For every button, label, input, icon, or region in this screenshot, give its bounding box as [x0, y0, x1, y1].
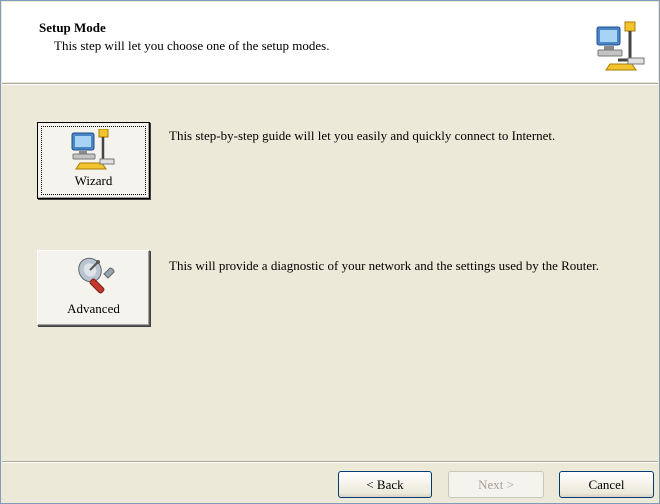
- advanced-description: This will provide a diagnostic of your n…: [169, 258, 600, 273]
- wizard-button-label: Wizard: [74, 173, 113, 188]
- cancel-button[interactable]: Cancel: [559, 471, 654, 498]
- footer-divider-highlight: [2, 462, 658, 463]
- wizard-button[interactable]: Wizard: [37, 122, 150, 199]
- advanced-button-label: Advanced: [67, 301, 120, 316]
- page-title: Setup Mode: [39, 20, 106, 35]
- back-button[interactable]: < Back: [338, 471, 432, 498]
- next-button[interactable]: Next >: [448, 471, 544, 498]
- network-computer-icon: [70, 128, 116, 177]
- page-subtitle: This step will let you choose one of the…: [54, 38, 330, 53]
- advanced-button[interactable]: Advanced: [37, 250, 150, 326]
- header-divider-highlight: [2, 84, 658, 85]
- header-panel: Setup Mode This step will let you choose…: [2, 2, 658, 82]
- satellite-dish-wrench-icon: [76, 256, 116, 300]
- setup-dialog: Setup Mode This step will let you choose…: [0, 0, 660, 504]
- network-computer-icon: [592, 18, 648, 74]
- wizard-description: This step-by-step guide will let you eas…: [169, 128, 556, 143]
